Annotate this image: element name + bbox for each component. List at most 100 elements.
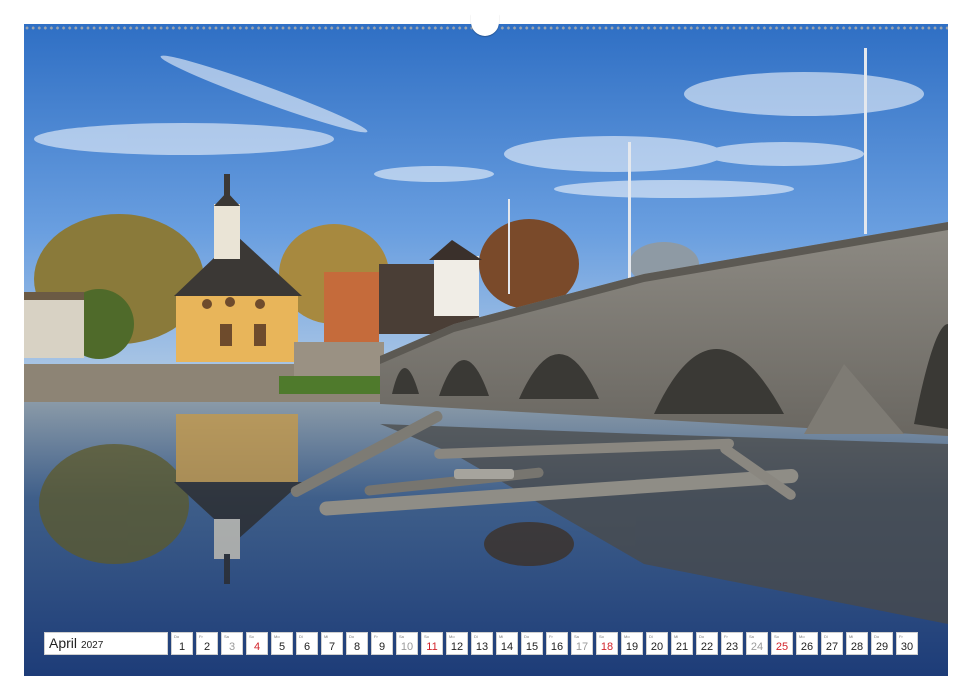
month-name: April: [49, 635, 78, 651]
flagpole: [628, 142, 631, 282]
weekday-abbrev: Mi: [674, 634, 679, 639]
day-number: 10: [400, 641, 414, 653]
day-number: 22: [700, 641, 714, 653]
day-cell: Fr 23: [721, 632, 743, 655]
day-cell: Fr 16: [546, 632, 568, 655]
day-number: 3: [228, 641, 236, 653]
weekday-abbrev: Fr: [724, 634, 728, 639]
day-number: 25: [775, 641, 789, 653]
weekday-abbrev: Mo: [624, 634, 630, 639]
weekday-abbrev: Mi: [499, 634, 504, 639]
weekday-abbrev: Do: [699, 634, 705, 639]
weekday-abbrev: Mo: [449, 634, 455, 639]
day-cell: Do 29: [871, 632, 893, 655]
weekday-abbrev: Sa: [224, 634, 229, 639]
day-cell: Di 27: [821, 632, 843, 655]
day-cell: Sa 3: [221, 632, 243, 655]
day-cell: Mi 7: [321, 632, 343, 655]
day-number: 26: [800, 641, 814, 653]
day-number: 20: [650, 641, 664, 653]
day-number: 11: [426, 641, 438, 653]
day-cell: Fr 2: [196, 632, 218, 655]
grass: [279, 376, 389, 394]
weekday-abbrev: Do: [174, 634, 180, 639]
day-cell: Fr 30: [896, 632, 918, 655]
flagpole-right: [864, 48, 867, 234]
day-number: 4: [253, 641, 261, 653]
day-cell: So 25: [771, 632, 793, 655]
day-cell: Fr 9: [371, 632, 393, 655]
day-number: 6: [303, 641, 311, 653]
day-number: 21: [675, 641, 689, 653]
day-cell: Do 22: [696, 632, 718, 655]
weekday-abbrev: Fr: [374, 634, 378, 639]
day-number: 14: [500, 641, 514, 653]
day-cell: Di 6: [296, 632, 318, 655]
day-number: 24: [750, 641, 764, 653]
day-number: 2: [203, 641, 211, 653]
year-label: 2027: [81, 640, 104, 651]
weekday-abbrev: Fr: [199, 634, 203, 639]
month-label: April 2027: [44, 632, 168, 655]
weekday-abbrev: Di: [649, 634, 653, 639]
weekday-abbrev: So: [774, 634, 779, 639]
day-cell: Mi 21: [671, 632, 693, 655]
day-number: 16: [550, 641, 564, 653]
day-cell: Mo 12: [446, 632, 468, 655]
day-cell: So 4: [246, 632, 268, 655]
calendar-strip: April 2027 Do 1 Fr 2 Sa 3 So 4 Mo 5 Di 6 Mi 7 Do 8 Fr 9 Sa…: [44, 632, 918, 655]
day-cell: Mo 5: [271, 632, 293, 655]
day-number: 28: [850, 641, 864, 653]
day-cell: Mo 19: [621, 632, 643, 655]
day-cell: Do 1: [171, 632, 193, 655]
day-number: 12: [450, 641, 464, 653]
day-number: 9: [378, 641, 386, 653]
day-cell: Mo 26: [796, 632, 818, 655]
weekday-abbrev: Fr: [899, 634, 903, 639]
weekday-abbrev: Mi: [324, 634, 329, 639]
day-number: 19: [625, 641, 639, 653]
weekday-abbrev: Di: [474, 634, 478, 639]
weekday-abbrev: Fr: [549, 634, 553, 639]
day-number: 8: [353, 641, 361, 653]
weekday-abbrev: Mo: [274, 634, 280, 639]
day-cell: Sa 10: [396, 632, 418, 655]
day-number: 17: [575, 641, 589, 653]
day-number: 18: [600, 641, 614, 653]
left-house: [24, 296, 84, 358]
day-cell: Mi 28: [846, 632, 868, 655]
weekday-abbrev: Mi: [849, 634, 854, 639]
day-number: 15: [525, 641, 539, 653]
day-cell: So 11: [421, 632, 443, 655]
day-cell: So 18: [596, 632, 618, 655]
weekday-abbrev: Mo: [799, 634, 805, 639]
weekday-abbrev: Sa: [399, 634, 404, 639]
day-number: 5: [278, 641, 286, 653]
weekday-abbrev: Do: [349, 634, 355, 639]
day-number: 1: [178, 641, 186, 653]
weekday-abbrev: Sa: [749, 634, 754, 639]
day-cell: Do 15: [521, 632, 543, 655]
day-cell: Mi 14: [496, 632, 518, 655]
day-cell: Sa 24: [746, 632, 768, 655]
weekday-abbrev: Do: [874, 634, 880, 639]
day-cell: Di 20: [646, 632, 668, 655]
weekday-abbrev: So: [599, 634, 604, 639]
day-number: 13: [475, 641, 489, 653]
landscape-photo: [24, 24, 948, 676]
day-cell: Do 8: [346, 632, 368, 655]
day-cell: Di 13: [471, 632, 493, 655]
day-number: 30: [900, 641, 914, 653]
day-number: 7: [328, 641, 336, 653]
day-number: 23: [725, 641, 739, 653]
weekday-abbrev: Do: [524, 634, 530, 639]
weekday-abbrev: Di: [299, 634, 303, 639]
photo-scene: [24, 24, 948, 676]
weekday-abbrev: So: [424, 634, 429, 639]
weekday-abbrev: So: [249, 634, 254, 639]
day-cells: Do 1 Fr 2 Sa 3 So 4 Mo 5 Di 6 Mi 7 Do 8 Fr 9 Sa 10 So 11 Mo 12 D…: [171, 632, 918, 655]
day-cell: Sa 17: [571, 632, 593, 655]
day-number: 27: [825, 641, 839, 653]
day-number: 29: [875, 641, 889, 653]
weekday-abbrev: Di: [824, 634, 828, 639]
